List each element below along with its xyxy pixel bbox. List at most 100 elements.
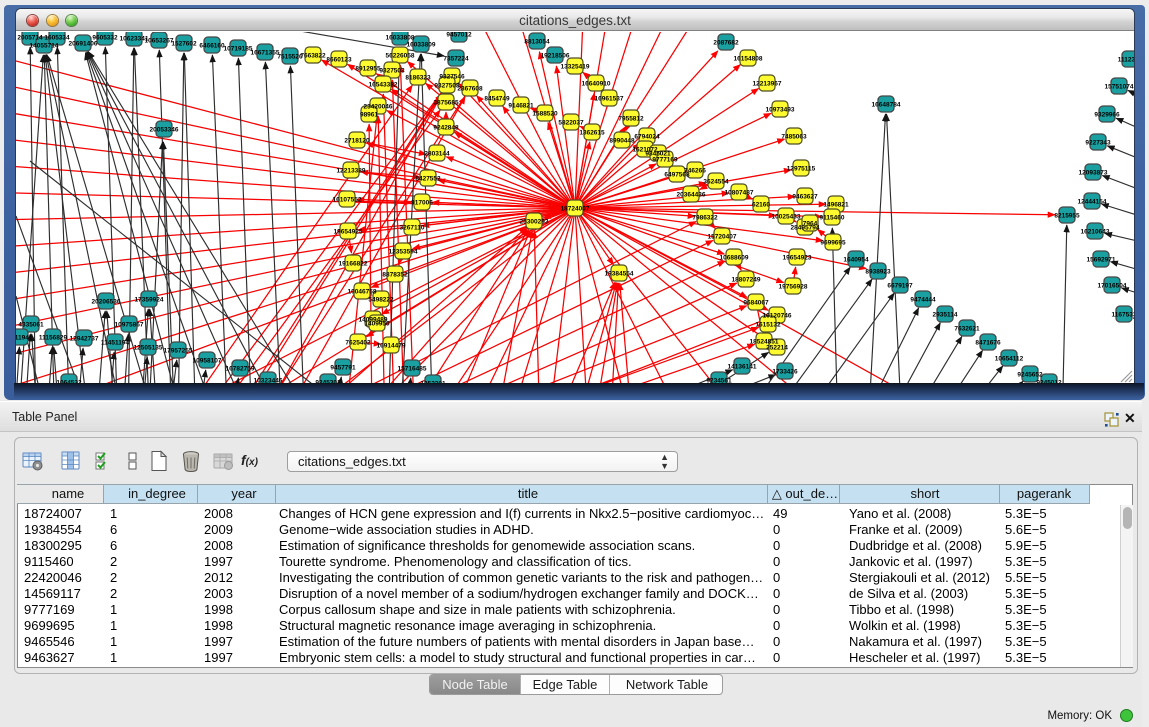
- svg-text:7955812: 7955812: [618, 115, 644, 122]
- svg-text:8660123: 8660123: [326, 56, 352, 63]
- svg-text:15720407: 15720407: [708, 233, 737, 240]
- svg-text:8427552: 8427552: [415, 175, 441, 182]
- svg-text:16033808: 16033808: [386, 34, 415, 41]
- svg-text:9115460: 9115460: [820, 214, 845, 221]
- svg-text:10025433: 10025433: [772, 213, 801, 220]
- svg-text:2718120: 2718120: [344, 137, 370, 144]
- svg-text:20053346: 20053346: [150, 126, 179, 133]
- svg-text:16671355: 16671355: [251, 49, 280, 56]
- svg-text:23420046: 23420046: [364, 103, 393, 110]
- svg-text:2367608: 2367608: [457, 85, 483, 92]
- svg-text:7515526: 7515526: [277, 53, 303, 60]
- svg-text:1588520: 1588520: [532, 110, 558, 117]
- svg-text:8938923: 8938923: [865, 268, 891, 275]
- svg-text:2935114: 2935114: [933, 311, 958, 318]
- svg-text:19654923: 19654923: [783, 254, 812, 261]
- svg-text:7485063: 7485063: [781, 133, 807, 140]
- svg-text:9227343: 9227343: [1085, 139, 1111, 146]
- svg-text:1362615: 1362615: [579, 129, 605, 136]
- svg-text:9242848: 9242848: [433, 124, 459, 131]
- svg-text:9777169: 9777169: [652, 156, 678, 163]
- svg-text:12975115: 12975115: [787, 165, 816, 172]
- svg-text:17957255: 17957255: [164, 347, 193, 354]
- svg-text:17359924: 17359924: [135, 296, 164, 303]
- svg-text:8454749: 8454749: [484, 95, 510, 102]
- svg-text:1640954: 1640954: [843, 256, 869, 263]
- svg-text:2087682: 2087682: [713, 39, 739, 46]
- svg-text:12942737: 12942737: [70, 335, 99, 342]
- svg-text:9245652: 9245652: [1017, 371, 1043, 378]
- svg-text:9457791: 9457791: [330, 364, 356, 371]
- svg-text:16648784: 16648784: [872, 101, 901, 108]
- svg-text:2803144: 2803144: [424, 150, 450, 157]
- svg-text:98961: 98961: [360, 111, 378, 118]
- svg-text:6679197: 6679197: [887, 282, 913, 289]
- svg-text:14055714: 14055714: [30, 42, 59, 49]
- svg-text:12213389: 12213389: [337, 167, 366, 174]
- svg-text:8215955: 8215955: [1054, 212, 1080, 219]
- svg-text:7986322: 7986322: [692, 214, 718, 221]
- svg-text:10807487: 10807487: [725, 189, 754, 196]
- svg-text:10046758: 10046758: [348, 288, 377, 295]
- svg-text:12444154: 12444154: [1078, 198, 1107, 205]
- svg-text:16640910: 16640910: [582, 80, 611, 87]
- svg-text:1496821: 1496821: [823, 201, 849, 208]
- svg-text:10719185: 10719185: [224, 45, 253, 52]
- svg-text:8878352: 8878352: [382, 271, 408, 278]
- svg-text:7357224: 7357224: [443, 55, 469, 62]
- svg-text:9329966: 9329966: [1094, 111, 1120, 118]
- svg-text:9146821: 9146821: [508, 102, 534, 109]
- svg-text:9463627: 9463627: [792, 193, 818, 200]
- svg-text:18807249: 18807249: [732, 276, 761, 283]
- svg-text:252214: 252214: [766, 344, 788, 351]
- svg-text:10688609: 10688609: [720, 254, 749, 261]
- svg-text:19654925: 19654925: [334, 228, 363, 235]
- svg-text:19166822: 19166822: [339, 260, 368, 267]
- svg-text:10958107: 10958107: [193, 357, 222, 364]
- svg-text:6466160: 6466160: [199, 42, 225, 49]
- svg-text:3911941: 3911941: [16, 334, 33, 341]
- svg-text:3624554: 3624554: [703, 178, 729, 185]
- svg-text:16961537: 16961537: [595, 95, 624, 102]
- svg-text:10975867: 10975867: [115, 321, 144, 328]
- svg-text:20206536: 20206536: [92, 298, 121, 305]
- svg-text:16120746: 16120746: [763, 312, 792, 319]
- svg-text:1409950: 1409950: [364, 320, 390, 327]
- svg-text:1733426: 1733426: [772, 368, 798, 375]
- svg-text:1605334: 1605334: [44, 34, 70, 41]
- svg-text:7964: 7964: [803, 220, 818, 227]
- svg-text:1527602: 1527602: [171, 40, 197, 47]
- svg-text:2005714: 2005714: [17, 34, 43, 41]
- svg-text:1112334: 1112334: [1118, 56, 1134, 63]
- svg-text:13325419: 13325419: [561, 63, 590, 70]
- svg-text:12353594: 12353594: [389, 248, 418, 255]
- svg-text:18724007: 18724007: [561, 205, 590, 212]
- svg-text:9245301: 9245301: [315, 379, 341, 383]
- svg-text:19756928: 19756928: [779, 283, 808, 290]
- svg-text:9327546: 9327546: [439, 73, 465, 80]
- svg-text:19218506: 19218506: [541, 52, 570, 59]
- svg-text:8471676: 8471676: [975, 339, 1001, 346]
- svg-text:8912955: 8912955: [355, 65, 381, 72]
- svg-text:7632621: 7632621: [954, 325, 980, 332]
- svg-text:5822037: 5822037: [558, 119, 584, 126]
- svg-text:1615132: 1615132: [755, 321, 781, 328]
- svg-text:9245012: 9245012: [1036, 379, 1062, 383]
- svg-text:12213967: 12213967: [753, 80, 782, 87]
- svg-text:10653267: 10653267: [145, 37, 174, 44]
- svg-text:12093873: 12093873: [1079, 169, 1108, 176]
- svg-text:8990448: 8990448: [609, 137, 635, 144]
- svg-text:16914479: 16914479: [377, 342, 406, 349]
- svg-text:9327508: 9327508: [434, 82, 460, 89]
- svg-text:7625402: 7625402: [345, 339, 371, 346]
- svg-text:16033809: 16033809: [407, 41, 436, 48]
- svg-text:16210643: 16210643: [1081, 228, 1110, 235]
- svg-text:14136141: 14136141: [728, 363, 757, 370]
- svg-text:1252301: 1252301: [420, 380, 446, 383]
- svg-text:7663822: 7663822: [300, 52, 326, 59]
- svg-text:20691406: 20691406: [69, 40, 98, 47]
- svg-text:11156829: 11156829: [39, 334, 68, 341]
- svg-text:1064532: 1064532: [56, 379, 82, 383]
- svg-text:15716485: 15716485: [398, 365, 427, 372]
- svg-text:25300293: 25300293: [520, 218, 549, 225]
